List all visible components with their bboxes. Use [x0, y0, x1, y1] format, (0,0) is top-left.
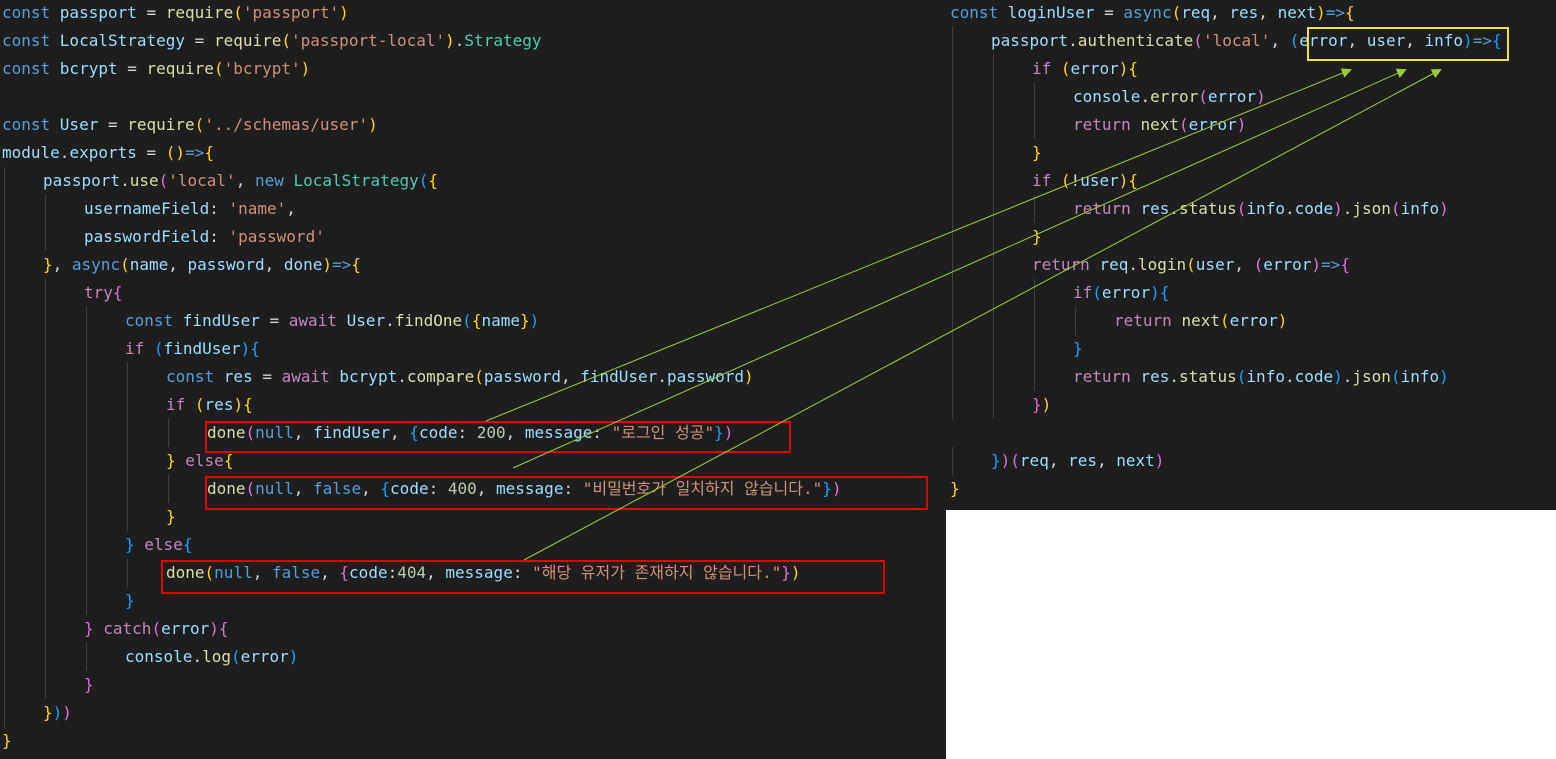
arrow-wrong-password-to-params	[512, 68, 1407, 469]
arrow-no-user-to-params	[523, 69, 1442, 561]
arrow-overlay	[485, 68, 1442, 561]
arrow-success-to-params	[485, 68, 1352, 422]
